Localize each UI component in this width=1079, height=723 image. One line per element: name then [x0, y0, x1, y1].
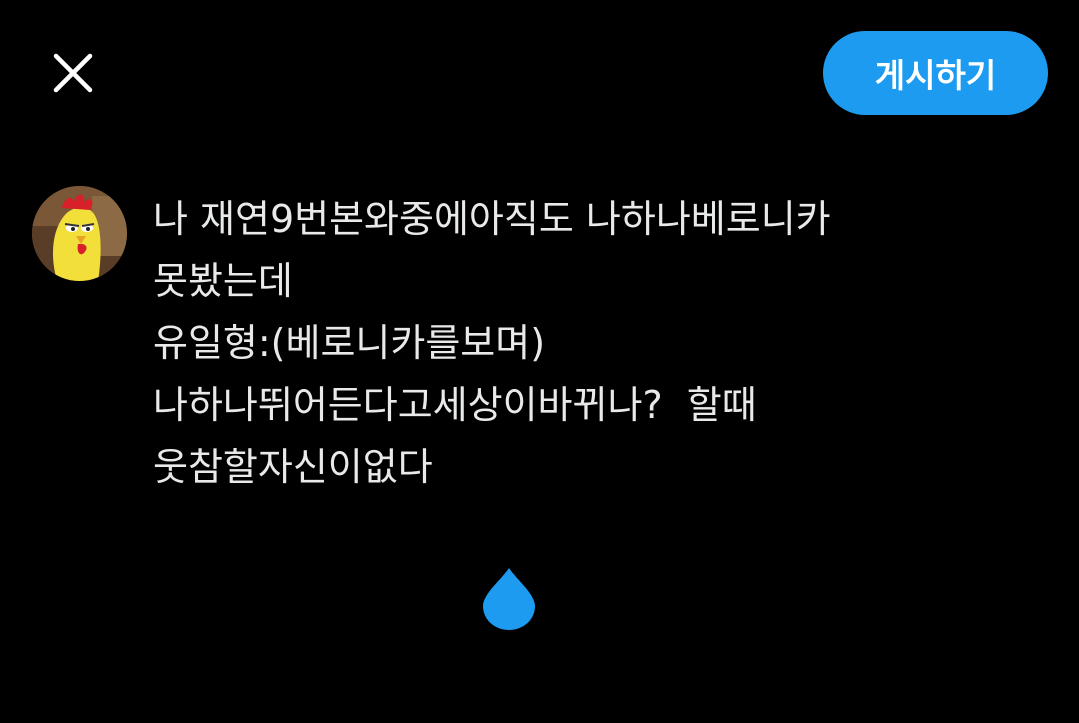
compose-text-line: 웃참할자신이없다 — [153, 445, 433, 489]
compose-text-line: 못봤는데 — [153, 259, 293, 303]
compose-text-line: 나하나뛰어든다고세상이바뀌나? 할때 — [153, 383, 757, 427]
close-icon — [53, 53, 93, 93]
close-button[interactable] — [44, 44, 102, 102]
compose-text-line: 유일형:(베로니카를보며) — [153, 321, 546, 365]
text-cursor-handle[interactable] — [481, 566, 537, 632]
text-cursor-handle-icon — [483, 568, 535, 630]
chicken-avatar-icon — [32, 186, 127, 281]
compose-screen: 게시하기 나 재연9번본와중에아직도 나하나베로니카 못봤는데 유일형:(베로니… — [0, 0, 1079, 723]
avatar[interactable] — [32, 186, 127, 281]
compose-text-line: 나 재연9번본와중에아직도 나하나베로니카 — [153, 197, 831, 241]
tweet-compose-textarea[interactable]: 나 재연9번본와중에아직도 나하나베로니카 못봤는데 유일형:(베로니카를보며)… — [153, 188, 1033, 498]
post-button[interactable]: 게시하기 — [823, 31, 1048, 115]
